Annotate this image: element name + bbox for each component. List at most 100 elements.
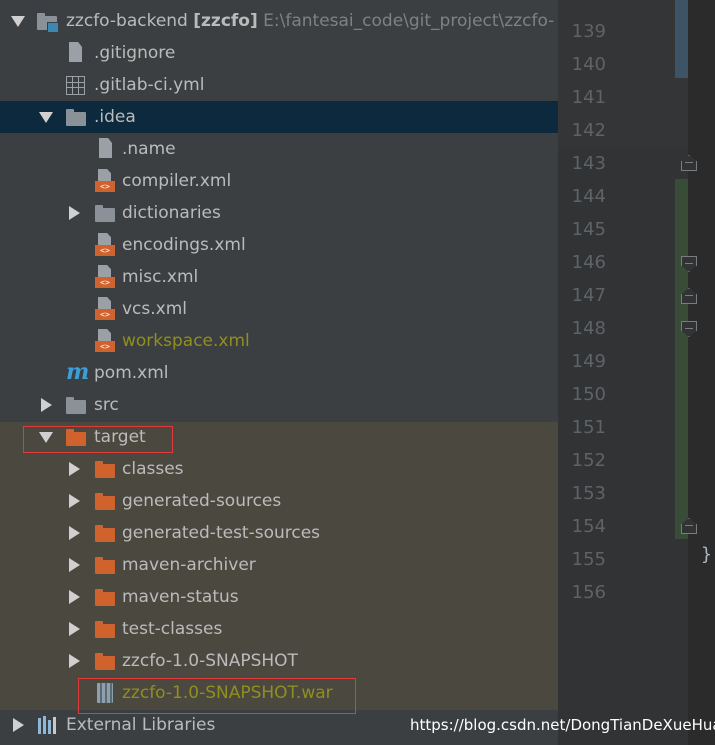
folder-name: generated-test-sources — [122, 523, 321, 543]
line-number: 153 — [571, 483, 606, 504]
line-number: 150 — [571, 384, 606, 405]
module-folder-icon — [37, 12, 59, 33]
line-number: 155 — [571, 549, 606, 570]
tree-row-name-file[interactable]: .name — [0, 133, 558, 165]
tree-row-generated-test-sources[interactable]: generated-test-sources — [0, 517, 558, 549]
line-number: 146 — [571, 252, 606, 273]
chevron-right-icon[interactable] — [66, 197, 82, 229]
libraries-icon — [38, 716, 60, 734]
excluded-folder-icon — [95, 588, 115, 606]
root-module-name: [zzcfo] — [193, 11, 258, 31]
folder-name: generated-sources — [122, 491, 282, 511]
tree-row-src[interactable]: src — [0, 389, 558, 421]
root-project-path: E:\fantesai_code\git_project\zzcfo- — [263, 11, 555, 31]
chevron-right-icon[interactable] — [10, 709, 26, 741]
line-number: 156 — [571, 582, 606, 603]
tree-row-compiler-xml[interactable]: <> compiler.xml — [0, 165, 558, 197]
excluded-folder-icon — [95, 492, 115, 510]
folder-icon — [66, 396, 86, 414]
tree-row-vcs-xml[interactable]: <> vcs.xml — [0, 293, 558, 325]
text-file-icon — [66, 42, 86, 62]
line-number: 143 — [571, 153, 606, 174]
tree-row-maven-status[interactable]: maven-status — [0, 581, 558, 613]
chevron-right-icon[interactable] — [66, 453, 82, 485]
tree-row-misc-xml[interactable]: <> misc.xml — [0, 261, 558, 293]
folder-name: dictionaries — [122, 203, 221, 223]
xml-file-icon: <> — [95, 169, 115, 192]
editor-text-area[interactable] — [688, 0, 715, 745]
text-file-icon — [96, 138, 116, 158]
root-project-name: zzcfo-backend — [66, 11, 188, 31]
line-number: 140 — [571, 54, 606, 75]
xml-file-icon: <> — [95, 265, 115, 288]
tree-row-encodings-xml[interactable]: <> encodings.xml — [0, 229, 558, 261]
chevron-down-icon[interactable] — [38, 101, 54, 133]
chevron-down-icon[interactable] — [10, 5, 26, 37]
tree-row-classes[interactable]: classes — [0, 453, 558, 485]
maven-icon: m — [66, 359, 90, 385]
tree-row-dictionaries[interactable]: dictionaries — [0, 197, 558, 229]
line-number: 149 — [571, 351, 606, 372]
tree-row-pom-xml[interactable]: m pom.xml — [0, 357, 558, 389]
file-name: misc.xml — [122, 267, 199, 287]
project-tree-panel: zzcfo-backend [zzcfo] E:\fantesai_code\g… — [0, 0, 558, 745]
chevron-right-icon[interactable] — [66, 613, 82, 645]
chevron-right-icon[interactable] — [66, 645, 82, 677]
excluded-folder-icon — [95, 524, 115, 542]
tree-row-workspace-xml[interactable]: <> workspace.xml — [0, 325, 558, 357]
folder-name: zzcfo-1.0-SNAPSHOT — [122, 651, 298, 671]
line-number: 142 — [571, 120, 606, 141]
chevron-right-icon[interactable] — [66, 485, 82, 517]
file-name: .gitlab-ci.yml — [94, 75, 205, 95]
xml-file-icon: <> — [95, 233, 115, 256]
file-name: workspace.xml — [122, 331, 250, 351]
excluded-folder-icon — [95, 556, 115, 574]
tree-row-snapshot-dir[interactable]: zzcfo-1.0-SNAPSHOT — [0, 645, 558, 677]
line-number: 151 — [571, 417, 606, 438]
chevron-right-icon[interactable] — [66, 517, 82, 549]
folder-name: test-classes — [122, 619, 223, 639]
folder-name: maven-archiver — [122, 555, 256, 575]
tree-row-generated-sources[interactable]: generated-sources — [0, 485, 558, 517]
excluded-folder-icon — [95, 460, 115, 478]
vcs-added-marker — [675, 179, 688, 539]
excluded-folder-icon — [95, 620, 115, 638]
line-number: 148 — [571, 318, 606, 339]
tree-row-idea[interactable]: .idea — [0, 101, 558, 133]
file-name: vcs.xml — [122, 299, 188, 319]
vcs-modified-marker — [675, 0, 688, 78]
xml-file-icon: <> — [95, 297, 115, 320]
file-name: compiler.xml — [122, 171, 232, 191]
tree-row-root[interactable]: zzcfo-backend [zzcfo] E:\fantesai_code\g… — [0, 5, 558, 37]
yaml-file-icon — [66, 76, 85, 95]
line-number: 154 — [571, 516, 606, 537]
tree-row-test-classes[interactable]: test-classes — [0, 613, 558, 645]
line-number: 141 — [571, 87, 606, 108]
line-number: 152 — [571, 450, 606, 471]
excluded-folder-icon — [95, 652, 115, 670]
file-name: encodings.xml — [122, 235, 246, 255]
line-number: 139 — [571, 21, 606, 42]
line-number: 144 — [571, 186, 606, 207]
folder-name: maven-status — [122, 587, 239, 607]
xml-file-icon: <> — [95, 329, 115, 352]
chevron-right-icon[interactable] — [66, 549, 82, 581]
chevron-right-icon[interactable] — [38, 389, 54, 421]
line-number: 147 — [571, 285, 606, 306]
target-highlight-box — [23, 426, 173, 453]
code-closing-brace: } — [701, 544, 712, 565]
tree-row-maven-archiver[interactable]: maven-archiver — [0, 549, 558, 581]
watermark-url: https://blog.csdn.net/DongTianDeXueHua — [410, 716, 715, 734]
folder-name: src — [94, 395, 119, 415]
file-name: pom.xml — [94, 363, 169, 383]
chevron-right-icon[interactable] — [66, 581, 82, 613]
folder-icon — [95, 204, 115, 222]
file-name: .gitignore — [94, 43, 176, 63]
line-number: 145 — [571, 219, 606, 240]
file-name: .name — [122, 139, 176, 159]
tree-row-gitignore[interactable]: .gitignore — [0, 37, 558, 69]
folder-name: .idea — [94, 107, 136, 127]
folder-name: classes — [122, 459, 184, 479]
tree-row-gitlab-ci[interactable]: .gitlab-ci.yml — [0, 69, 558, 101]
war-highlight-box — [78, 678, 356, 714]
